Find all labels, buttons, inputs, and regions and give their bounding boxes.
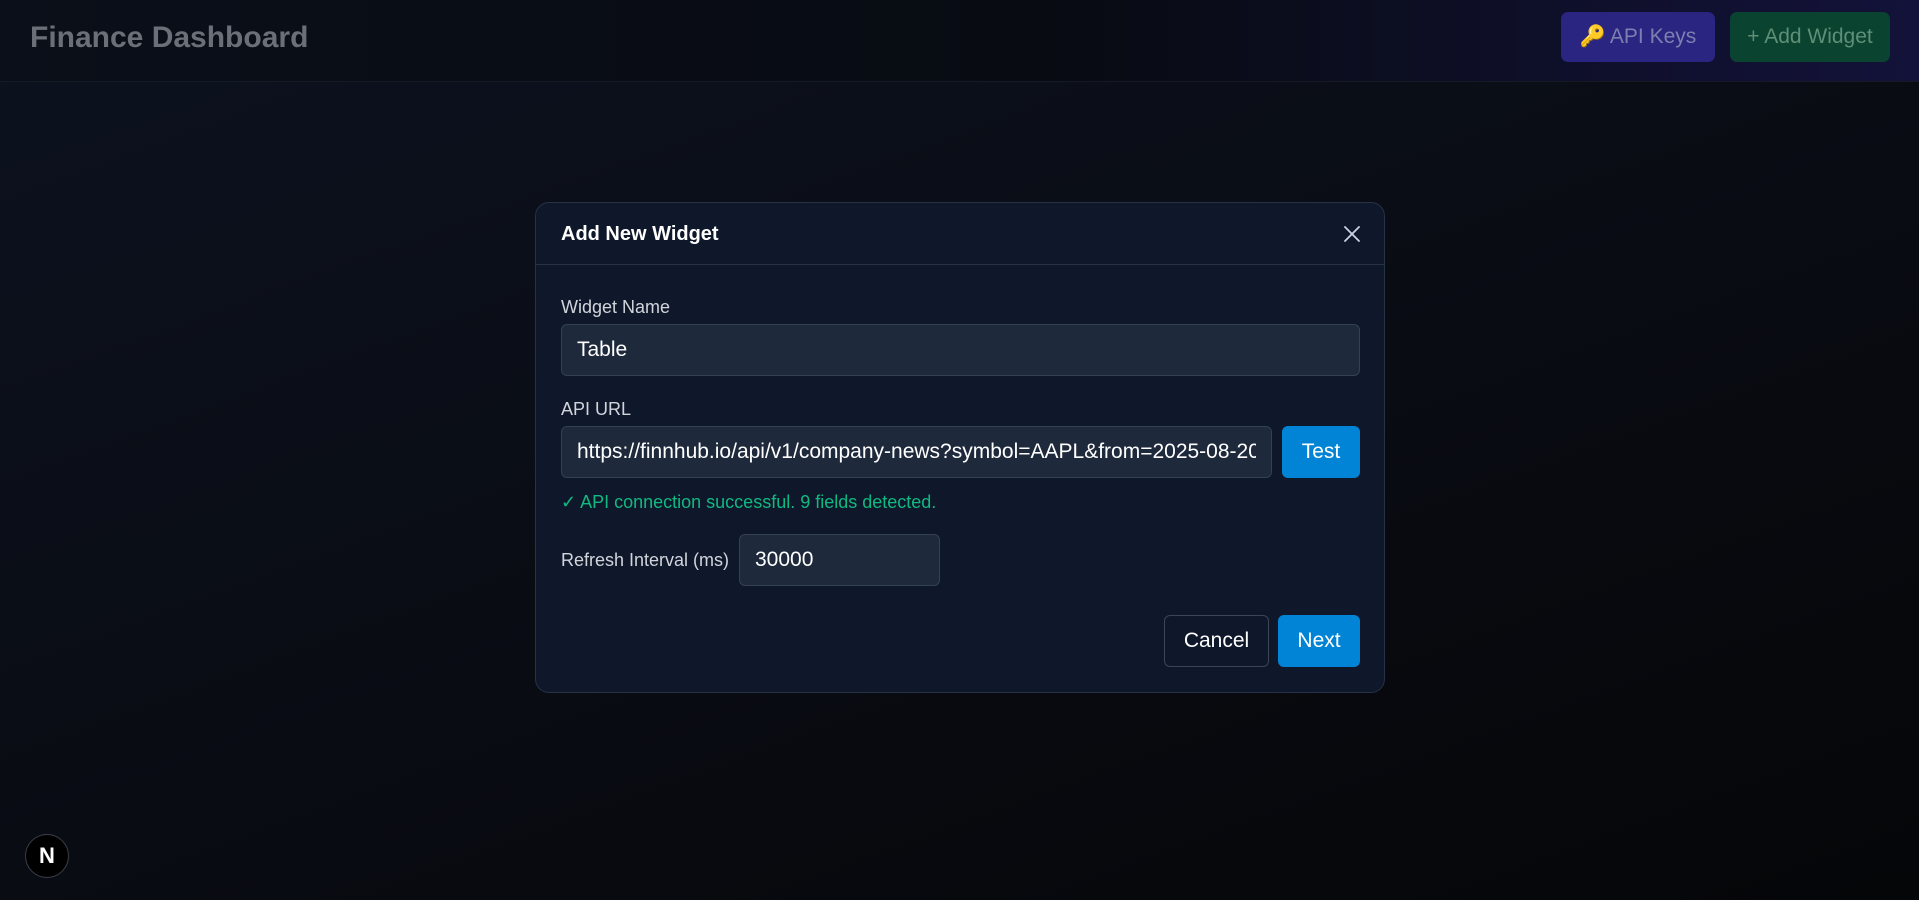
widget-name-label: Widget Name [561, 297, 671, 317]
refresh-interval-input[interactable] [739, 534, 940, 586]
api-url-label: API URL [561, 399, 632, 419]
close-icon[interactable] [1340, 222, 1364, 246]
refresh-interval-label: Refresh Interval (ms) [561, 550, 730, 570]
modal-title: Add New Widget [561, 223, 719, 245]
api-keys-button[interactable]: 🔑 API Keys [1561, 12, 1715, 62]
add-widget-modal: Add New Widget Widget Name API URL Test … [535, 202, 1385, 693]
modal-header: Add New Widget [536, 203, 1384, 265]
app-title: Finance Dashboard [30, 21, 309, 54]
cancel-button[interactable]: Cancel [1164, 615, 1269, 667]
next-button[interactable]: Next [1278, 615, 1360, 667]
key-icon: 🔑 [1579, 25, 1606, 48]
test-button[interactable]: Test [1282, 426, 1360, 478]
api-success-message: ✓ API connection successful. 9 fields de… [561, 492, 937, 512]
widget-name-input[interactable] [561, 324, 1360, 376]
add-widget-button[interactable]: + Add Widget [1730, 12, 1890, 62]
nextjs-badge-icon[interactable]: N [25, 834, 69, 878]
api-url-input[interactable] [561, 426, 1272, 478]
top-header: Finance Dashboard 🔑 API Keys + Add Widget [0, 0, 1919, 82]
api-keys-label: API Keys [1609, 25, 1697, 48]
